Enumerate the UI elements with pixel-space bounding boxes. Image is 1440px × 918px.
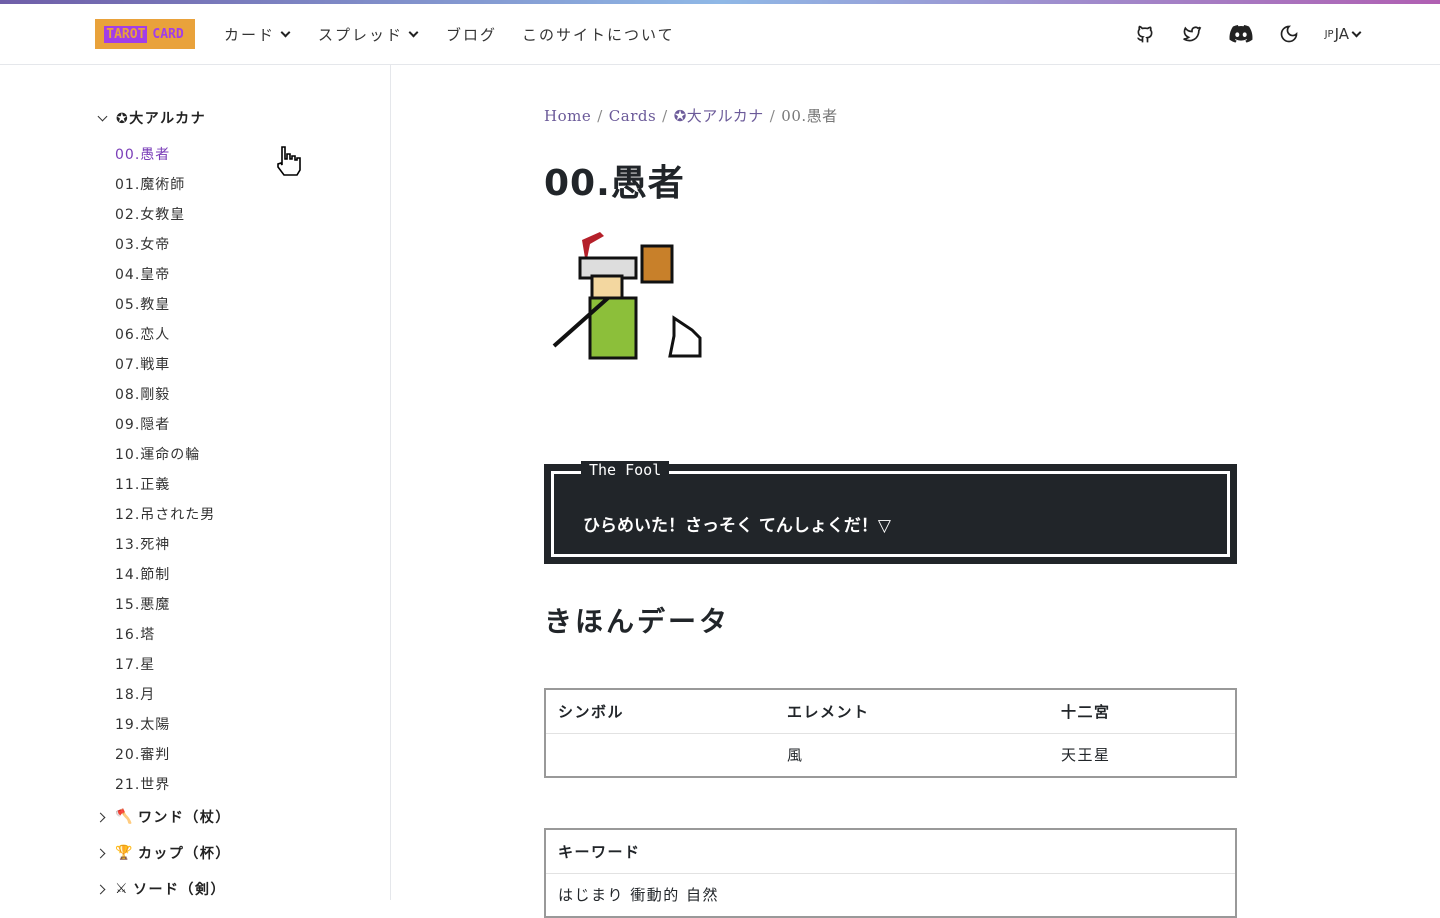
github-icon[interactable] (1135, 24, 1155, 44)
table-row: 風天王星 (545, 733, 1236, 778)
sidebar-card-item[interactable]: 04.皇帝 (115, 260, 215, 290)
sidebar-section-cups[interactable]: 🏆 カップ（杯） (95, 843, 231, 863)
site-header: TAROT CARD カード スプレッド ブログ このサイトについて JP JA (0, 4, 1440, 65)
breadcrumb-major-arcana[interactable]: ✪大アルカナ (674, 107, 764, 125)
sidebar-section-swords[interactable]: ⚔ ソード（剣） (95, 879, 227, 899)
table-header-row: シンボル エレメント 十二宮 (545, 689, 1236, 734)
breadcrumb: Home / Cards / ✪大アルカナ/00.愚者 (544, 107, 838, 125)
section-label: ✪大アルカナ (116, 111, 207, 127)
major-arcana-list: 00.愚者 01.魔術師 02.女教皇 03.女帝 04.皇帝 05.教皇 06.恋人 07.… (115, 140, 215, 800)
section-label: カップ（杯） (137, 846, 231, 862)
cell-symbol (545, 733, 775, 778)
sidebar-card-item[interactable]: 00.愚者 (115, 140, 215, 170)
main-content: Home / Cards / ✪大アルカナ/00.愚者 00.愚者 The Fool ひ… (544, 65, 1237, 918)
table-header-row: キーワード (545, 829, 1236, 874)
wand-icon: 🪓 (115, 809, 134, 825)
sidebar-card-item[interactable]: 16.塔 (115, 620, 215, 650)
sidebar-card-item[interactable]: 02.女教皇 (115, 200, 215, 230)
sidebar-card-item[interactable]: 07.戦車 (115, 350, 215, 380)
chevron-down-icon (280, 27, 291, 37)
language-select[interactable]: JP JA (1325, 25, 1364, 43)
fool-card-pixel-art (552, 232, 702, 360)
lang-label: JA (1334, 25, 1349, 43)
page-title: 00.愚者 (544, 163, 685, 204)
sidebar-card-item[interactable]: 06.恋人 (115, 320, 215, 350)
main-nav: カード スプレッド ブログ このサイトについて (224, 24, 675, 45)
sidebar-card-item[interactable]: 21.世界 (115, 770, 215, 800)
basic-data-table: シンボル エレメント 十二宮 風天王星 (544, 688, 1237, 778)
header-keywords: キーワード (545, 829, 1236, 874)
quote-dialog: The Fool ひらめいた！さっそく てんしょくだ！▽ (544, 461, 1237, 564)
dialog-text: ひらめいた！さっそく てんしょくだ！▽ (583, 516, 891, 536)
logo-text-1: TAROT (104, 25, 148, 43)
nav-about[interactable]: このサイトについて (522, 24, 675, 45)
keywords-table: キーワード はじまり 衝動的 自然 (544, 828, 1237, 918)
header-element: エレメント (775, 689, 1049, 734)
sidebar-section-major-arcana[interactable]: ✪大アルカナ (96, 108, 206, 128)
sidebar-card-item[interactable]: 09.隠者 (115, 410, 215, 440)
twitter-icon[interactable] (1181, 24, 1203, 44)
sidebar-card-item[interactable]: 05.教皇 (115, 290, 215, 320)
sidebar-section-wands[interactable]: 🪓 ワンド（杖） (95, 807, 231, 827)
section-label: ソード（剣） (133, 882, 227, 898)
nav-label: ブログ (446, 25, 498, 44)
lang-prefix: JP (1324, 28, 1334, 40)
sidebar-card-item[interactable]: 18.月 (115, 680, 215, 710)
cell-zodiac: 天王星 (1049, 733, 1236, 778)
sidebar-card-item[interactable]: 13.死神 (115, 530, 215, 560)
nav-label: スプレッド (318, 25, 404, 44)
sidebar-card-item[interactable]: 03.女帝 (115, 230, 215, 260)
section-title: きほんデータ (544, 605, 731, 638)
sidebar-card-item[interactable]: 08.剛毅 (115, 380, 215, 410)
header-symbol: シンボル (545, 689, 775, 734)
sidebar-card-item[interactable]: 19.太陽 (115, 710, 215, 740)
discord-icon[interactable] (1229, 25, 1253, 43)
hand-cursor-icon (277, 146, 301, 176)
nav-cards[interactable]: カード (224, 24, 293, 45)
nav-spreads[interactable]: スプレッド (318, 24, 421, 45)
swords-icon: ⚔ (115, 881, 130, 897)
moon-icon[interactable] (1279, 24, 1299, 44)
logo-text-2: CARD (152, 26, 184, 42)
nav-label: このサイトについて (522, 25, 675, 44)
section-label: ワンド（杖） (137, 810, 231, 826)
site-logo[interactable]: TAROT CARD (95, 19, 195, 49)
chevron-right-icon (95, 884, 106, 894)
dialog-title: The Fool (581, 461, 670, 479)
breadcrumb-home[interactable]: Home (544, 107, 591, 125)
nav-blog[interactable]: ブログ (446, 24, 497, 45)
sidebar: ✪大アルカナ 00.愚者 01.魔術師 02.女教皇 03.女帝 04.皇帝 05.教皇 0… (0, 65, 391, 900)
header-zodiac: 十二宮 (1049, 689, 1236, 734)
chevron-down-icon (408, 27, 419, 37)
sidebar-card-item[interactable]: 11.正義 (115, 470, 215, 500)
breadcrumb-current: 00.愚者 (781, 107, 838, 125)
cell-keywords: はじまり 衝動的 自然 (545, 873, 1236, 918)
sidebar-card-item[interactable]: 10.運命の輪 (115, 440, 215, 470)
chevron-right-icon (95, 848, 106, 858)
chevron-down-icon (97, 111, 108, 121)
sidebar-card-item[interactable]: 20.審判 (115, 740, 215, 770)
chevron-right-icon (95, 812, 106, 822)
table-row: はじまり 衝動的 自然 (545, 873, 1236, 918)
sidebar-card-item[interactable]: 01.魔術師 (115, 170, 215, 200)
sidebar-card-item[interactable]: 17.星 (115, 650, 215, 680)
chevron-down-icon (1351, 27, 1362, 37)
sidebar-card-item[interactable]: 12.吊された男 (115, 500, 215, 530)
trophy-icon: 🏆 (115, 845, 134, 861)
nav-label: カード (224, 25, 276, 44)
sidebar-card-item[interactable]: 14.節制 (115, 560, 215, 590)
sidebar-card-item[interactable]: 15.悪魔 (115, 590, 215, 620)
cell-element: 風 (775, 733, 1049, 778)
breadcrumb-cards[interactable]: Cards (609, 107, 656, 125)
